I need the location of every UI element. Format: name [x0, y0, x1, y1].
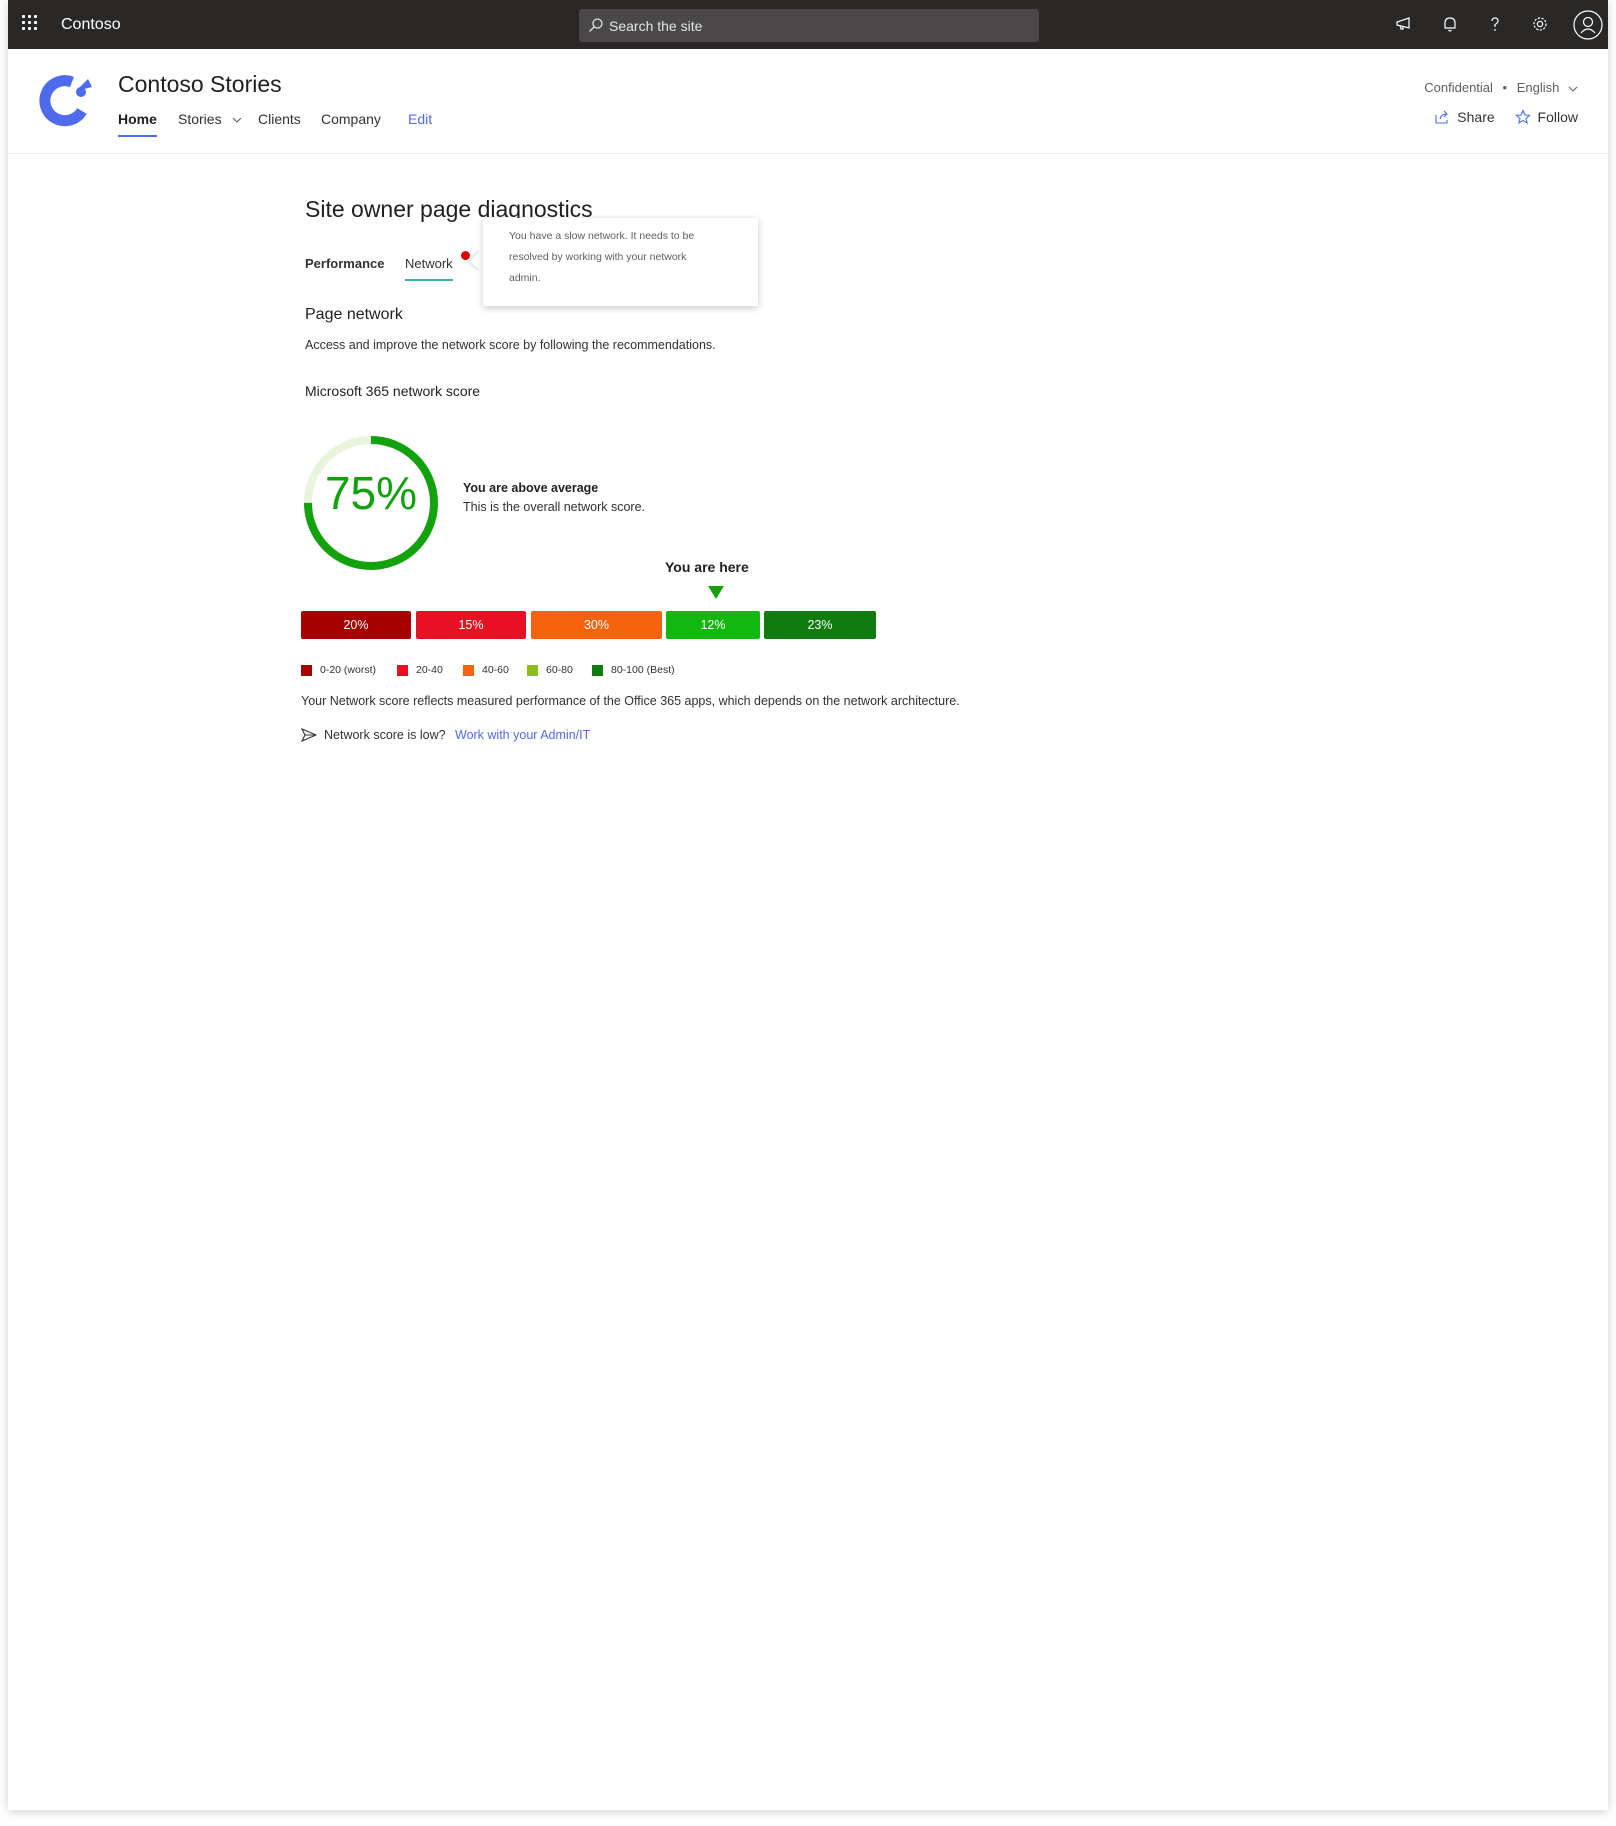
legend-swatch — [463, 665, 474, 676]
legend-label: 60-80 — [546, 664, 573, 676]
nav-item-stories-label: Stories — [178, 111, 222, 127]
bell-icon[interactable] — [1439, 13, 1461, 35]
legend-label: 0-20 (worst) — [320, 664, 377, 676]
alert-dot — [461, 251, 470, 260]
you-are-here-marker — [708, 586, 724, 599]
tooltip-line: admin. — [509, 272, 541, 284]
distribution-segment: 12% — [666, 611, 760, 639]
score-value: 75% — [324, 467, 418, 519]
legend-label: 80-100 (Best) — [611, 664, 675, 676]
follow-button[interactable]: Follow — [1514, 109, 1578, 125]
chevron-down-icon — [1568, 86, 1578, 92]
send-icon — [301, 728, 317, 742]
edit-nav-link[interactable]: Edit — [408, 111, 432, 127]
share-follow-row: Share Follow — [1418, 109, 1578, 128]
score-title: Microsoft 365 network score — [305, 383, 481, 399]
search-placeholder: Search the site — [609, 18, 703, 34]
search-box[interactable]: Search the site — [579, 9, 1039, 42]
suite-app-name[interactable]: Contoso — [61, 16, 121, 34]
sensitivity-language: Confidential • English — [1424, 80, 1578, 95]
waffle-icon[interactable] — [22, 15, 40, 33]
you-are-here-label: You are here — [665, 559, 749, 575]
distribution-segment: 30% — [531, 611, 662, 639]
suite-bar: Contoso Search the site — [8, 0, 1608, 49]
share-button[interactable]: Share — [1434, 109, 1495, 125]
tab-performance[interactable]: Performance — [305, 256, 384, 271]
legend-label: 20-40 — [416, 664, 443, 676]
nav-item-stories[interactable]: Stories — [178, 111, 242, 127]
site-title[interactable]: Contoso Stories — [118, 71, 282, 98]
page-frame: Contoso Search the site Contoso Stories … — [8, 0, 1608, 1810]
tooltip-line: You have a slow network. It needs to be — [509, 230, 695, 242]
network-low-question: Network score is low? — [324, 728, 446, 742]
distribution-segment: 20% — [301, 611, 411, 639]
legend-swatch — [397, 665, 408, 676]
chevron-down-icon — [233, 117, 242, 124]
sensitivity-label[interactable]: Confidential — [1424, 80, 1493, 95]
distribution-segment: 23% — [764, 611, 876, 639]
separator-dot: • — [1502, 80, 1508, 95]
admin-it-link[interactable]: Work with your Admin/IT — [455, 728, 590, 742]
site-header: Contoso Stories Home Stories Clients Com… — [8, 49, 1608, 154]
search-icon — [589, 18, 603, 32]
network-tooltip: You have a slow network. It needs to be … — [483, 218, 758, 306]
score-status-title: You are above average — [463, 481, 599, 495]
share-icon — [1435, 110, 1449, 124]
share-label: Share — [1457, 109, 1495, 125]
legend-swatch — [527, 665, 538, 676]
tooltip-line: resolved by working with your network — [509, 251, 687, 263]
legend-label: 40-60 — [482, 664, 509, 676]
star-icon — [1514, 109, 1531, 125]
follow-label: Follow — [1537, 109, 1578, 125]
megaphone-icon[interactable] — [1393, 13, 1415, 35]
distribution-segment: 15% — [416, 611, 526, 639]
nav-item-company[interactable]: Company — [321, 111, 381, 127]
settings-icon[interactable] — [1529, 13, 1551, 35]
section-description: Access and improve the network score by … — [305, 338, 716, 352]
help-icon[interactable] — [1484, 13, 1506, 35]
nav-item-clients[interactable]: Clients — [258, 111, 301, 127]
score-status-description: This is the overall network score. — [463, 500, 646, 514]
network-score-explanation: Your Network score reflects measured per… — [301, 694, 960, 708]
nav-item-home[interactable]: Home — [118, 111, 157, 137]
tab-network[interactable]: Network — [405, 256, 453, 281]
section-title: Page network — [305, 306, 403, 323]
language-label: English — [1516, 80, 1560, 95]
site-logo[interactable] — [36, 69, 100, 133]
legend-swatch — [592, 665, 603, 676]
legend-swatch — [301, 665, 312, 676]
profile-icon[interactable] — [1573, 10, 1603, 40]
language-selector[interactable]: English — [1517, 80, 1578, 95]
